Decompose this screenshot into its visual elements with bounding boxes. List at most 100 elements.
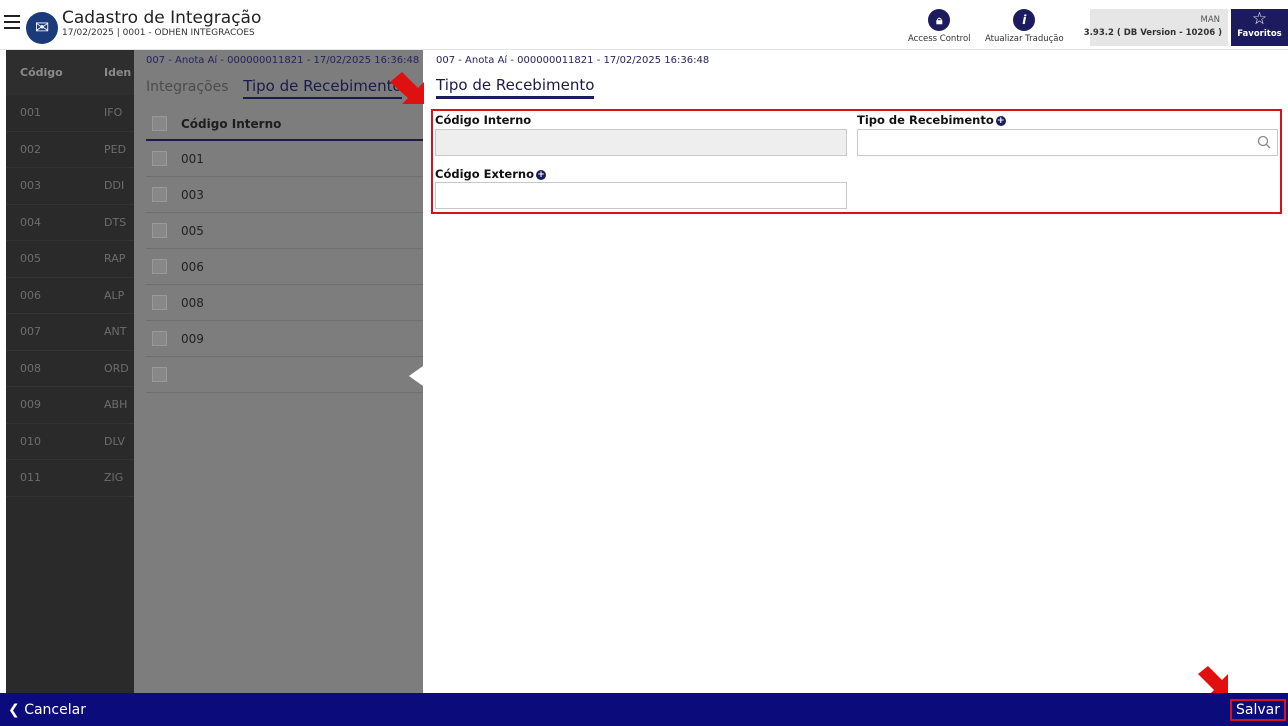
tab-integracoes[interactable]: Integrações <box>146 79 229 95</box>
row-internal-code: 009 <box>181 331 204 346</box>
row-id: DDI <box>104 179 125 193</box>
row-code: 011 <box>20 471 41 485</box>
table-row[interactable]: 007 ANT <box>6 314 134 351</box>
chart-icon: ✉ <box>26 12 58 44</box>
row-code: 001 <box>20 106 41 120</box>
row-internal-code: 006 <box>181 259 204 274</box>
row-checkbox[interactable] <box>152 151 167 166</box>
plus-circle-icon[interactable]: + <box>995 116 1006 126</box>
version-text: 3.93.2 ( DB Version - 10206 ) <box>1083 28 1222 38</box>
integration-grid: Código Iden 001 IFO 002 PED 003 DDI 004 DTS 005 R… <box>6 50 134 693</box>
table-row[interactable]: 008 ORD <box>6 351 134 387</box>
detail-panel: 007 - Anota Aí - 000000011821 - 17/02/20… <box>134 50 423 693</box>
row-code: 002 <box>20 142 41 156</box>
row-checkbox[interactable] <box>152 295 167 310</box>
row-internal-code: 005 <box>181 223 204 238</box>
row-id: ZIG <box>104 471 124 485</box>
table-row[interactable]: 009 <box>146 321 423 357</box>
table-row[interactable]: 002 PED <box>6 132 134 168</box>
table-row[interactable]: 010 DLV <box>6 424 134 460</box>
lock-icon: 🔒︎ <box>928 9 951 31</box>
row-id: DLV <box>104 434 125 448</box>
table-row[interactable]: 003 DDI <box>6 168 134 205</box>
row-checkbox[interactable] <box>152 367 167 382</box>
table-row[interactable]: 003 <box>146 177 423 213</box>
row-checkbox[interactable] <box>152 259 167 274</box>
select-all-checkbox[interactable] <box>152 116 167 131</box>
table-row[interactable]: 005 RAP <box>6 241 134 278</box>
grid-header: Código Iden <box>6 50 134 95</box>
page-title: Cadastro de Integração <box>62 8 262 28</box>
search-icon[interactable] <box>1257 135 1271 149</box>
annotation-arrow-tab <box>390 72 424 104</box>
row-id: IFO <box>104 106 123 120</box>
table-row[interactable]: 006 <box>146 249 423 285</box>
row-id: ALP <box>104 288 125 302</box>
row-checkbox[interactable] <box>152 187 167 202</box>
row-checkbox[interactable] <box>152 331 167 346</box>
action-footer: ❮ Cancelar Salvar <box>0 693 1288 726</box>
receipt-type-table: Código Interno 001 003 005 006 008 009 <box>146 108 423 393</box>
row-id: RAP <box>104 252 126 266</box>
table-row[interactable]: 001 <box>146 141 423 177</box>
row-id: PED <box>104 142 127 156</box>
table-row[interactable]: 008 <box>146 285 423 321</box>
row-id: ORD <box>104 361 129 375</box>
breadcrumb: 007 - Anota Aí - 000000011821 - 17/02/20… <box>146 55 420 66</box>
row-checkbox[interactable] <box>152 223 167 238</box>
collapse-panel-arrow[interactable] <box>409 366 423 386</box>
row-internal-code: 003 <box>181 187 204 202</box>
form-breadcrumb: 007 - Anota Aí - 000000011821 - 17/02/20… <box>436 55 710 66</box>
row-code: 004 <box>20 215 41 229</box>
row-id: ANT <box>104 325 127 339</box>
external-code-label: Código Externo + <box>435 167 546 181</box>
app-header: ✉ Cadastro de Integração 17/02/2025 | 00… <box>0 0 1288 50</box>
access-control-button[interactable]: 🔒︎ Access Control <box>908 9 971 44</box>
table-row[interactable]: 004 DTS <box>6 205 134 241</box>
table-row[interactable]: 011 ZIG <box>6 460 134 497</box>
table-row[interactable]: 009 ABH <box>6 387 134 424</box>
row-code: 003 <box>20 179 41 193</box>
row-code: 007 <box>20 325 41 339</box>
table-row[interactable]: 005 <box>146 213 423 249</box>
table-row[interactable] <box>146 357 423 393</box>
row-internal-code: 008 <box>181 295 204 310</box>
row-code: 008 <box>20 361 41 375</box>
column-header-id[interactable]: Iden <box>92 66 134 79</box>
row-code: 010 <box>20 434 41 448</box>
receipt-type-label: Tipo de Recebimento + <box>857 113 1006 127</box>
translate-label: Atualizar Tradução <box>985 34 1064 44</box>
info-icon: i <box>1013 9 1036 31</box>
version-info: MAN 3.93.2 ( DB Version - 10206 ) <box>1084 9 1228 46</box>
internal-code-field[interactable] <box>435 129 847 156</box>
external-code-field[interactable] <box>435 182 847 209</box>
row-code: 009 <box>20 398 41 412</box>
plus-circle-icon[interactable]: + <box>535 170 546 180</box>
tab-tipo-recebimento-form[interactable]: Tipo de Recebimento <box>436 76 595 99</box>
receipt-type-field[interactable] <box>857 129 1278 156</box>
cancel-button[interactable]: ❮ Cancelar <box>8 702 86 718</box>
table-row[interactable]: 006 ALP <box>6 278 134 314</box>
favorites-label: Favoritos <box>1237 29 1282 39</box>
version-user: MAN <box>1200 15 1220 25</box>
page-subtitle: 17/02/2025 | 0001 - ODHEN INTEGRACOES <box>62 28 255 38</box>
row-internal-code: 001 <box>181 151 204 166</box>
tab-tipo-recebimento[interactable]: Tipo de Recebimento <box>243 77 402 99</box>
column-header-internal-code[interactable]: Código Interno <box>181 117 281 131</box>
row-id: DTS <box>104 215 127 229</box>
hamburger-icon[interactable] <box>4 15 20 33</box>
tab-bar: Integrações Tipo de Recebimento <box>146 77 402 99</box>
save-button[interactable]: Salvar <box>1230 699 1286 721</box>
row-id: ABH <box>104 398 128 412</box>
table-row[interactable]: 001 IFO <box>6 95 134 132</box>
favorites-button[interactable]: ☆ Favoritos <box>1231 9 1288 46</box>
row-code: 006 <box>20 288 41 302</box>
access-control-label: Access Control <box>908 34 971 44</box>
chevron-left-icon: ❮ <box>8 702 20 718</box>
row-code: 005 <box>20 252 41 266</box>
translate-button[interactable]: i Atualizar Tradução <box>985 9 1064 44</box>
table-header: Código Interno <box>146 108 423 141</box>
star-icon: ☆ <box>1251 9 1268 29</box>
internal-code-label: Código Interno <box>435 113 532 127</box>
column-header-code[interactable]: Código <box>6 66 92 79</box>
